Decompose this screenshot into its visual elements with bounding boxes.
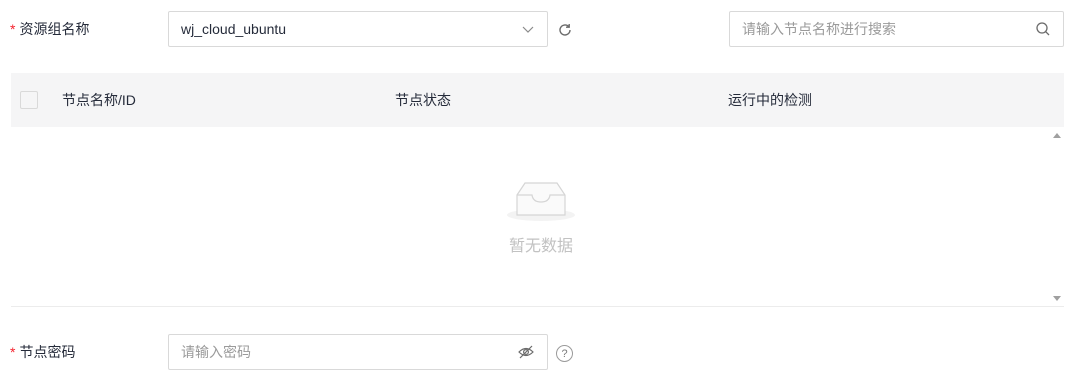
resource-group-select[interactable]: wj_cloud_ubuntu — [168, 11, 548, 47]
resource-group-label: 资源组名称 — [19, 21, 90, 37]
column-header-running-checks[interactable]: 运行中的检测 — [728, 73, 812, 127]
empty-state-text: 暂无数据 — [508, 238, 573, 255]
node-password-label-wrap: * 节点密码 — [10, 342, 75, 362]
node-search-input[interactable] — [742, 21, 1035, 37]
resource-group-label-wrap: * 资源组名称 — [10, 19, 89, 39]
empty-box-icon — [505, 175, 577, 226]
empty-state: 暂无数据 — [491, 175, 591, 256]
column-header-node-name[interactable]: 节点名称/ID — [62, 73, 136, 127]
node-password-input[interactable] — [181, 344, 517, 360]
table-scrollbar[interactable] — [1050, 127, 1064, 307]
column-header-node-status[interactable]: 节点状态 — [395, 73, 451, 127]
table-body: 暂无数据 — [11, 127, 1064, 307]
scroll-up-arrow-icon[interactable] — [1053, 133, 1061, 138]
help-circle-icon[interactable]: ? — [556, 345, 573, 362]
select-all-checkbox[interactable] — [20, 91, 38, 109]
resource-group-selected-value: wj_cloud_ubuntu — [181, 21, 287, 37]
search-icon[interactable] — [1035, 21, 1051, 37]
required-mark: * — [10, 344, 16, 360]
scroll-down-arrow-icon[interactable] — [1053, 296, 1061, 301]
node-password-box[interactable] — [168, 334, 548, 370]
eye-off-icon[interactable] — [517, 343, 535, 361]
node-search-box[interactable] — [729, 11, 1064, 47]
node-password-label: 节点密码 — [19, 344, 76, 360]
refresh-icon[interactable] — [556, 21, 574, 39]
table-header: 节点名称/ID 节点状态 运行中的检测 — [11, 73, 1064, 127]
required-mark: * — [10, 21, 16, 37]
chevron-down-icon — [521, 22, 535, 36]
node-table: 节点名称/ID 节点状态 运行中的检测 暂无数据 — [11, 73, 1064, 307]
